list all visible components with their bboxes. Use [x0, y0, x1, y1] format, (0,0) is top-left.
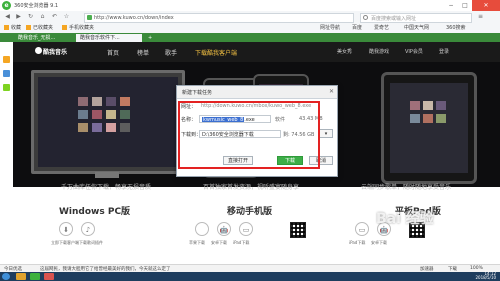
save-path-select[interactable]: D:\360安全浏览器下载 [199, 130, 281, 138]
favorites-icon[interactable] [3, 56, 10, 63]
star-icon [4, 25, 9, 30]
link-games[interactable]: 酷我游戏 [369, 48, 389, 55]
site-header: 酷我音乐 首页 榜单 歌手 下载酷我客户端 美女秀 酷我游戏 VIP会员 登录 [13, 42, 500, 62]
mobile-qr-code [290, 222, 306, 238]
nav-home[interactable]: 首页 [107, 48, 119, 57]
pad-icon-label: iPad下载 [349, 240, 366, 245]
star-icon[interactable]: ☆ [62, 13, 71, 21]
explorer-icon[interactable] [16, 273, 26, 280]
download-icon[interactable]: ⬇ [59, 222, 73, 236]
minimize-button[interactable]: − [444, 0, 458, 11]
mobile-icon-label: 安卓下载 [211, 240, 227, 245]
start-button[interactable] [2, 273, 10, 280]
tab-kuwo-music[interactable]: 酷我音乐_无损... [14, 34, 74, 42]
search-icon [363, 15, 368, 20]
tabs-bar: 酷我音乐_无损... 酷我音乐软件下... + [0, 33, 500, 42]
android-icon[interactable]: 🤖 [217, 222, 231, 236]
filename-selected: kwmusic_web_8 [202, 117, 245, 123]
windows-taskbar: 14:12 2018/5/10 [0, 272, 500, 281]
bookmark-item[interactable]: 手机收藏夹 [62, 24, 94, 31]
close-icon[interactable]: ✕ [329, 88, 334, 95]
home-icon[interactable]: ⌂ [38, 13, 47, 21]
refresh-icon[interactable]: ↻ [26, 13, 35, 21]
pc-version-title: Windows PC版 [59, 207, 131, 217]
link-beauty-show[interactable]: 美女秀 [337, 48, 352, 55]
pc-caption: 千万曲库任你下载，畅享无损音质 [61, 184, 152, 191]
bookmark-item[interactable]: 360搜索 [446, 24, 466, 31]
status-zoom[interactable]: 100% [470, 266, 483, 271]
app-icon[interactable] [3, 84, 10, 91]
app-taskbar-icon[interactable] [44, 273, 54, 280]
nav-download-client[interactable]: 下载酷我客户端 [195, 48, 237, 57]
folder-icon [26, 25, 31, 30]
new-tab-button[interactable]: + [144, 34, 154, 42]
file-size: 43.43 MB [299, 116, 323, 122]
ipad-icon[interactable]: ▭ [355, 222, 369, 236]
mobile-version-title: 移动手机版 [227, 207, 273, 217]
dialog-title: 新建下载任务 [182, 90, 213, 96]
apple-icon[interactable] [195, 222, 209, 236]
tablet-image [381, 72, 477, 184]
url-value: http://down.kuwo.cn/mbox/kuwo_web_8.exe [199, 102, 331, 110]
bookmark-item[interactable]: 已收藏夹 [26, 24, 53, 31]
pad-caption: 云端同步歌单，随时随地享受音乐 [361, 184, 452, 191]
mobile-icon-label: iPad下载 [233, 240, 250, 245]
bookmark-item[interactable]: 百度 [352, 24, 362, 31]
pc-icon-label: 立即下载客户端 [51, 240, 79, 245]
open-directly-button[interactable]: 直接打开 [223, 156, 253, 165]
monitor-stand [95, 172, 119, 178]
side-toolbar [0, 42, 14, 264]
weibo-icon[interactable] [3, 70, 10, 77]
browse-folder-icon[interactable]: ▾ [319, 129, 333, 138]
file-extension: .exe [244, 117, 255, 123]
menu-icon[interactable]: ≡ [476, 13, 485, 21]
bookmark-item[interactable]: 网址导航 [320, 24, 340, 31]
address-bar[interactable]: http://www.kuwo.cn/down/index [84, 13, 354, 23]
maximize-button[interactable]: □ [458, 0, 472, 11]
pad-icon-label: 安卓下载 [371, 240, 387, 245]
mobile-icon-label: 苹果下载 [189, 240, 205, 245]
new-download-dialog: 新建下载任务 ✕ 网址： http://down.kuwo.cn/mbox/ku… [176, 85, 338, 177]
free-space: 剩: 74.56 GB [283, 132, 315, 138]
nav-artists[interactable]: 歌手 [165, 48, 177, 57]
url-label: 网址： [181, 104, 197, 110]
search-input[interactable]: 百度搜索或输入网址 [360, 13, 472, 23]
pc-monitor-image [31, 70, 185, 174]
dialog-titlebar: 新建下载任务 ✕ [177, 86, 337, 99]
download-button[interactable]: 下载 [277, 156, 303, 165]
mobile-caption: 百首独家首发资源，视听盛宴随身享 [203, 184, 300, 191]
filename-input[interactable]: kwmusic_web_8.exe [199, 115, 271, 123]
search-placeholder: 百度搜索或输入网址 [371, 16, 417, 22]
site-brand[interactable]: 酷我音乐 [43, 47, 67, 56]
browser-logo-icon: e [2, 1, 11, 10]
link-login[interactable]: 登录 [439, 48, 449, 55]
cancel-button[interactable]: 取消 [309, 156, 333, 165]
path-label: 下载到： [181, 132, 202, 138]
forward-icon[interactable]: ▶ [14, 13, 23, 21]
file-type: 软件 [275, 117, 286, 123]
kuwo-logo-icon [35, 47, 42, 54]
undo-icon[interactable]: ↶ [50, 13, 59, 21]
bookmark-item[interactable]: 爱奇艺 [374, 24, 389, 31]
back-icon[interactable]: ◀ [3, 13, 12, 21]
lyrics-plugin-icon[interactable]: ♪ [81, 222, 95, 236]
pc-icon-label: 下载歌词插件 [79, 240, 103, 245]
browser-taskbar-icon[interactable] [30, 273, 40, 280]
secure-icon [87, 15, 92, 20]
nav-charts[interactable]: 榜单 [137, 48, 149, 57]
window-title: 360安全浏览器 9.1 [14, 3, 59, 9]
bookmark-item[interactable]: 中国天气网 [404, 24, 429, 31]
name-label: 名称： [181, 117, 197, 123]
system-clock[interactable]: 14:12 2018/5/10 [475, 272, 496, 280]
tab-kuwo-download[interactable]: 酷我音乐软件下... [76, 34, 142, 42]
ipad-icon[interactable]: ▭ [239, 222, 253, 236]
baidu-watermark: Bai 经验 [376, 211, 434, 227]
bookmark-item[interactable]: 收藏 [4, 24, 21, 31]
address-url: http://www.kuwo.cn/down/index [94, 15, 174, 21]
close-button[interactable]: ✕ [472, 0, 500, 11]
link-vip[interactable]: VIP会员 [405, 48, 423, 55]
phone-icon [62, 25, 67, 30]
